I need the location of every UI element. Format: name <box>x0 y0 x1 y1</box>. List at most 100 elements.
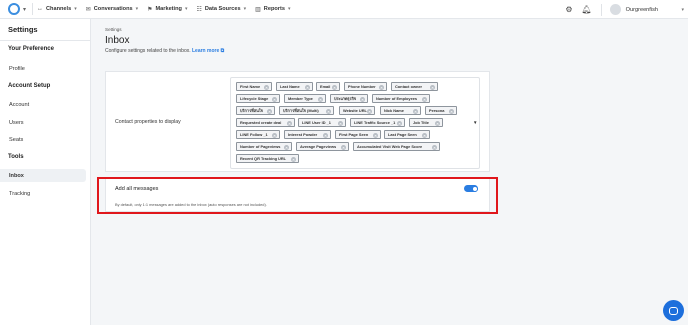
property-chip-label: LINE User ID _1 <box>302 120 331 125</box>
property-chip-label: Job Title <box>413 120 429 125</box>
sidebar-item-profile[interactable]: Profile <box>0 62 86 75</box>
nav-conversations-label: Conversations <box>93 6 133 12</box>
property-chip: ประเภทธุรกิจ × <box>330 94 368 103</box>
chevron-down-icon[interactable]: ▾ <box>681 7 684 13</box>
remove-chip-icon[interactable]: × <box>430 84 435 90</box>
remove-chip-icon[interactable]: × <box>287 120 292 126</box>
app-logo-icon[interactable] <box>8 3 20 15</box>
bell-icon[interactable]: 🔔︎ <box>582 5 592 14</box>
user-name[interactable]: Ourgreenfish <box>626 7 658 13</box>
property-chip: Last Name × <box>276 82 313 91</box>
nav-reports-label: Reports <box>263 6 285 12</box>
remove-chip-icon[interactable]: × <box>323 132 328 138</box>
sidebar-item-seats[interactable]: Seats <box>0 133 86 146</box>
sidebar-item-inbox[interactable]: Inbox <box>0 169 86 182</box>
chevron-down-icon: ▾ <box>74 6 77 12</box>
remove-chip-icon[interactable]: × <box>272 132 277 138</box>
property-chip-label: บริการที่สนใจ (Multi) <box>283 107 319 113</box>
sidebar-item-users[interactable]: Users <box>0 116 86 129</box>
sidebar-section-your-preference: Your Preference <box>8 46 54 52</box>
remove-chip-icon[interactable]: × <box>291 156 296 162</box>
sidebar-title: Settings <box>8 25 38 34</box>
property-chip-label: Last Page Seen <box>388 132 417 137</box>
sidebar-section-account-setup: Account Setup <box>8 83 51 89</box>
remove-chip-icon[interactable]: × <box>435 120 440 126</box>
sidebar-item-tracking[interactable]: Tracking <box>0 187 86 200</box>
remove-chip-icon[interactable]: × <box>326 108 331 114</box>
remove-chip-icon[interactable]: × <box>264 84 269 90</box>
property-chip-label: บริการที่สนใจ <box>240 107 263 113</box>
workspace-chevron-down-icon[interactable]: ▾ <box>23 6 26 13</box>
property-chip: First Page Seen × <box>335 130 381 139</box>
property-chip-label: Persona <box>429 108 445 113</box>
remove-chip-icon[interactable]: × <box>367 108 372 114</box>
nav-data-sources[interactable]: ☷ Data Sources ▾ <box>196 6 246 13</box>
property-chip-label: LINE Follow _1 <box>240 132 268 137</box>
remove-chip-icon[interactable]: × <box>305 84 310 90</box>
avatar[interactable] <box>609 4 621 15</box>
property-chip: Requested create deal × <box>236 118 295 127</box>
property-chip: Email × <box>316 82 340 91</box>
property-chip-label: ประเภทธุรกิจ <box>334 95 357 101</box>
property-chip-label: Phone Number <box>348 84 376 89</box>
property-chip-label: LINE Traffic Source _1 <box>354 120 396 125</box>
top-navigation: ▾ ↔ Channels ▾ ✉ Conversations ▾ ⚑ Marke… <box>0 0 688 19</box>
page-title: Inbox <box>105 35 130 46</box>
remove-chip-icon[interactable]: × <box>284 144 289 150</box>
remove-chip-icon[interactable]: × <box>422 96 427 102</box>
highlight-annotation-box <box>97 177 498 214</box>
chat-support-button[interactable] <box>663 300 684 321</box>
learn-more-link[interactable]: Learn more ⧉ <box>192 48 224 54</box>
nav-marketing[interactable]: ⚑ Marketing ▾ <box>147 6 187 13</box>
remove-chip-icon[interactable]: × <box>267 108 272 114</box>
property-chip: LINE Follow _1 × <box>236 130 280 139</box>
remove-chip-icon[interactable]: × <box>318 96 323 102</box>
marketing-icon: ⚑ <box>147 6 153 13</box>
property-chip: บริการที่สนใจ × <box>236 106 275 115</box>
sidebar-item-account[interactable]: Account <box>0 98 86 111</box>
remove-chip-icon[interactable]: × <box>360 96 365 102</box>
page-description: Configure settings related to the inbox.… <box>105 48 224 54</box>
chevron-down-icon: ▾ <box>243 6 247 12</box>
property-chip-label: Contact owner <box>395 84 423 89</box>
nav-reports[interactable]: ▥ Reports ▾ <box>255 6 290 13</box>
remove-chip-icon[interactable]: × <box>341 144 346 150</box>
contact-properties-multiselect[interactable]: First Name × Last Name × Email × Phone Numb… <box>230 77 480 169</box>
sidebar-section-tools: Tools <box>8 154 24 160</box>
nav-divider <box>600 3 602 16</box>
nav-channels[interactable]: ↔ Channels ▾ <box>37 6 77 12</box>
nav-conversations[interactable]: ✉ Conversations ▾ <box>86 6 138 13</box>
property-chip: Member Type × <box>284 94 326 103</box>
remove-chip-icon[interactable]: × <box>379 84 384 90</box>
property-chip-label: Accumulated Visit Web Page Score <box>357 144 423 149</box>
dropdown-chevron-down-icon[interactable]: ▼ <box>473 120 477 125</box>
property-chip-label: First Page Seen <box>339 132 369 137</box>
sidebar-divider <box>0 40 90 41</box>
remove-chip-icon[interactable]: × <box>332 84 337 90</box>
property-chip-label: Requested create deal <box>240 120 282 125</box>
remove-chip-icon[interactable]: × <box>373 132 378 138</box>
nav-divider <box>32 3 34 15</box>
property-chip: LINE User ID _1 × <box>298 118 346 127</box>
remove-chip-icon[interactable]: × <box>432 144 437 150</box>
property-chip: Number of Employees × <box>372 94 430 103</box>
nav-channels-label: Channels <box>46 6 72 12</box>
breadcrumb[interactable]: Settings <box>105 27 122 32</box>
page-description-text: Configure settings related to the inbox. <box>105 48 191 54</box>
remove-chip-icon[interactable]: × <box>272 96 277 102</box>
nav-right-group: ⚙ 🔔︎ Ourgreenfish ▾ <box>565 0 688 19</box>
property-chip: Job Title × <box>409 118 443 127</box>
property-chip-label: Member Type <box>288 96 313 101</box>
chat-bubble-icon <box>669 306 678 315</box>
property-chip-label: Number of Pageviews <box>240 144 281 149</box>
remove-chip-icon[interactable]: × <box>338 120 343 126</box>
chevron-down-icon: ▾ <box>135 6 139 12</box>
remove-chip-icon[interactable]: × <box>413 108 418 114</box>
gear-icon[interactable]: ⚙ <box>565 5 572 14</box>
remove-chip-icon[interactable]: × <box>449 108 454 114</box>
property-chip: Persona × <box>425 106 457 115</box>
nav-data-sources-label: Data Sources <box>204 6 241 12</box>
property-chip: Nick Name × <box>380 106 421 115</box>
remove-chip-icon[interactable]: × <box>422 132 427 138</box>
remove-chip-icon[interactable]: × <box>397 120 402 126</box>
